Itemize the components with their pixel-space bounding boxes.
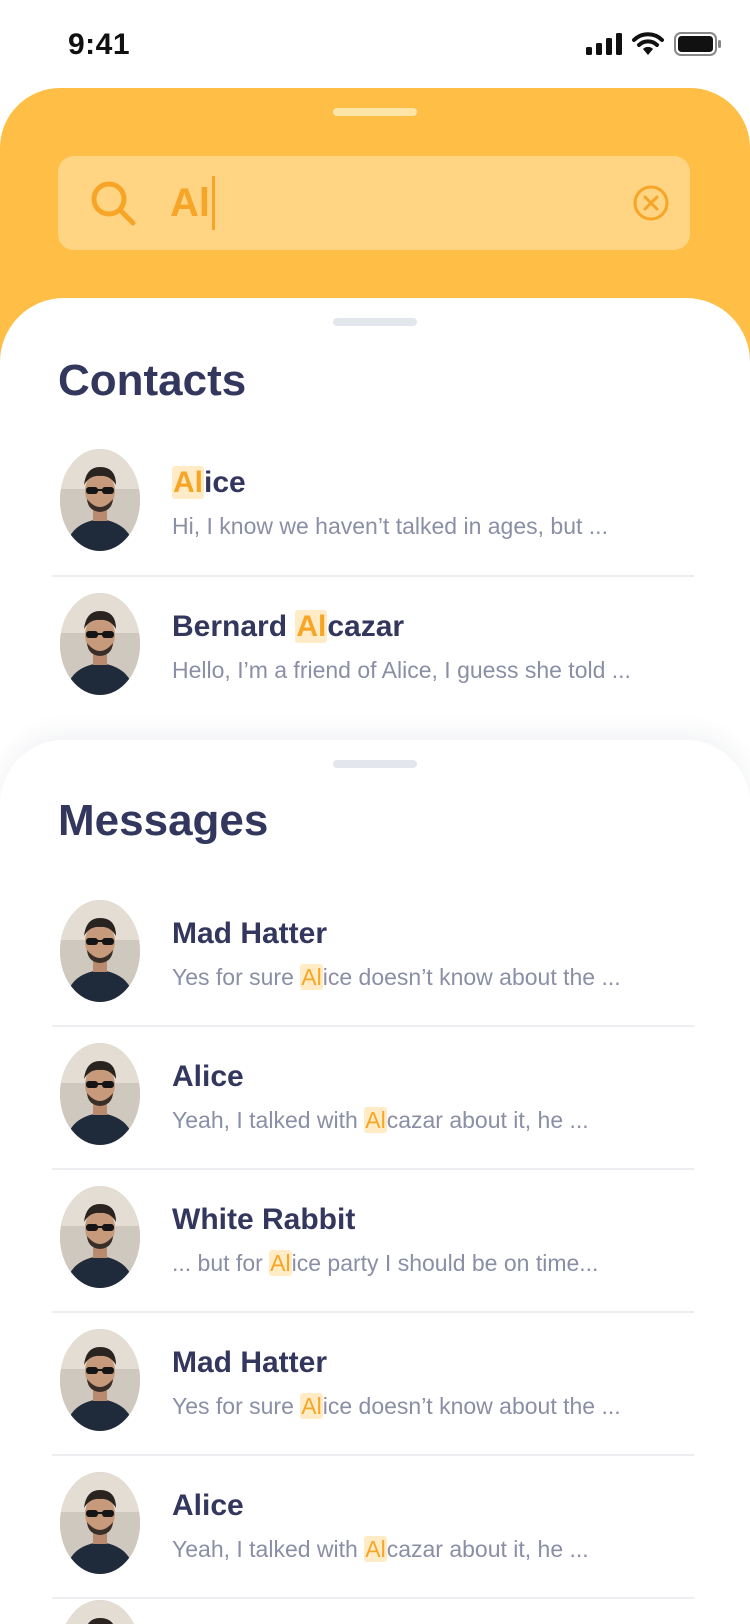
search-query-text: Al (170, 181, 210, 225)
preview-text: ice doesn’t know about the ... (322, 964, 621, 990)
avatar (60, 1186, 140, 1288)
match-highlight: Al (364, 1107, 387, 1133)
message-sender: Mad Hatter (172, 1346, 328, 1379)
contacts-sheet-grabber[interactable] (333, 318, 417, 326)
preview-text: Yes for sure (172, 964, 301, 990)
preview-text: Yes for sure (172, 1393, 301, 1419)
messages-sheet: Messages Mad Hatter Yes for sure Alice d… (0, 740, 750, 1624)
name-text: cazar (327, 610, 405, 643)
message-preview: Yes for sure Alice doesn’t know about th… (172, 1393, 621, 1420)
preview-text: Yeah, I talked with (172, 1536, 365, 1562)
match-highlight: Al (300, 1393, 323, 1419)
clear-circle-icon[interactable] (632, 184, 670, 222)
match-highlight: Al (364, 1536, 387, 1562)
message-row[interactable]: Mad Hatter Yes for sure Alice doesn’t kn… (52, 884, 694, 1027)
message-sender: Alice (172, 1060, 244, 1093)
contacts-list: Alice Hi, I know we haven’t talked in ag… (52, 433, 694, 721)
contact-row[interactable]: Bernard Alcazar Hello, I’m a friend of A… (52, 577, 694, 721)
status-bar: 9:41 (0, 0, 750, 88)
battery-icon (674, 32, 721, 56)
avatar (60, 593, 140, 695)
name-text: ice (204, 466, 246, 499)
message-row[interactable]: White Rabbit ... but for Alice party I s… (52, 1170, 694, 1313)
contact-preview: Hello, I’m a friend of Alice, I guess sh… (172, 657, 631, 683)
message-sender: Mad Hatter (172, 917, 328, 950)
contacts-title: Contacts (58, 356, 247, 405)
preview-text: ice party I should be on time... (291, 1250, 599, 1276)
preview-text: Yeah, I talked with (172, 1107, 365, 1133)
avatar (60, 1043, 140, 1145)
preview-text: ice doesn’t know about the ... (322, 1393, 621, 1419)
match-highlight: Al (269, 1250, 292, 1276)
status-time: 9:41 (68, 28, 131, 61)
message-row[interactable]: Mad Hatter Yes for sure Alice doesn’t kn… (52, 1313, 694, 1456)
messages-title: Messages (58, 796, 269, 845)
match-highlight: Al (295, 610, 328, 643)
contact-name: Alice (172, 466, 246, 500)
search-input[interactable]: Al (58, 156, 690, 250)
match-highlight: Al (300, 964, 323, 990)
message-row[interactable]: Alice Yeah, I talked with Alcazar about … (52, 1456, 694, 1599)
message-preview: Yes for sure Alice doesn’t know about th… (172, 964, 621, 991)
messages-list: Mad Hatter Yes for sure Alice doesn’t kn… (52, 884, 694, 1599)
wifi-icon (632, 32, 664, 55)
preview-text: cazar about it, he ... (386, 1536, 589, 1562)
preview-text: cazar about it, he ... (386, 1107, 589, 1133)
contact-name: Bernard Alcazar (172, 610, 404, 644)
status-icons (586, 32, 722, 56)
search-icon (91, 181, 136, 226)
message-preview: Yeah, I talked with Alcazar about it, he… (172, 1107, 589, 1134)
message-row[interactable]: Alice Yeah, I talked with Alcazar about … (52, 1027, 694, 1170)
search-query[interactable]: Al (170, 176, 215, 230)
cellular-signal-icon (586, 33, 622, 55)
avatar (60, 449, 140, 551)
contacts-sheet: Contacts Alice Hi, I know we haven’t tal… (0, 298, 750, 758)
match-highlight: Al (172, 466, 204, 499)
preview-text: ... but for (172, 1250, 270, 1276)
contact-preview: Hi, I know we haven’t talked in ages, bu… (172, 513, 608, 539)
messages-sheet-grabber[interactable] (333, 760, 417, 768)
message-sender: White Rabbit (172, 1203, 356, 1236)
avatar (60, 1329, 140, 1431)
message-preview: ... but for Alice party I should be on t… (172, 1250, 598, 1277)
search-panel-grabber[interactable] (333, 108, 417, 116)
message-sender: Alice (172, 1489, 244, 1522)
contact-row[interactable]: Alice Hi, I know we haven’t talked in ag… (52, 433, 694, 577)
message-preview: Yeah, I talked with Alcazar about it, he… (172, 1536, 589, 1563)
name-text: Bernard (172, 610, 296, 643)
avatar (60, 900, 140, 1002)
avatar (60, 1472, 140, 1574)
text-caret (212, 176, 215, 230)
